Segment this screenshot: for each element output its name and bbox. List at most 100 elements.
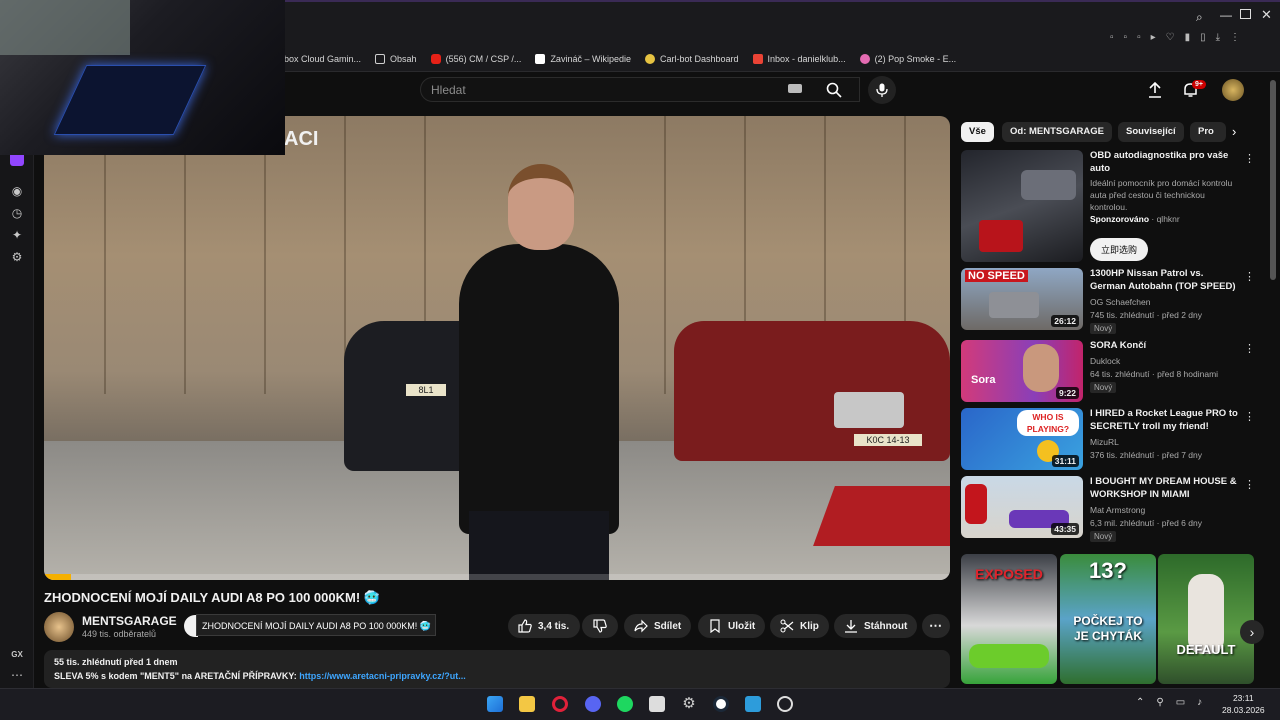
more-icon[interactable]: ⋮ [1244,410,1255,423]
taskbar [0,688,1280,720]
rec-item[interactable]: Sora 9:22 SORA Končí Duklock 64 tis. zhl… [961,340,1255,402]
voice-search-button[interactable] [868,76,896,104]
save-button[interactable]: Uložit [698,614,766,638]
clip-button[interactable]: Klip [770,614,829,638]
folder-icon[interactable] [519,696,535,712]
share-label: Sdílet [654,620,682,632]
short-item[interactable]: DEFAULT [1158,554,1254,684]
avatar[interactable] [1222,79,1244,101]
maximize-icon[interactable] [1240,9,1251,19]
app-icon[interactable] [777,696,793,712]
discord-icon[interactable] [585,696,601,712]
rec-channel: Mat Armstrong [1090,505,1146,515]
short-text: 13? [1089,558,1127,583]
channel-avatar[interactable] [44,612,74,642]
rec-thumbnail: WHO IS PLAYING? 31:11 [961,408,1083,470]
new-badge: Nový [1090,531,1117,542]
minimize-icon[interactable]: — [1220,8,1232,22]
download-button[interactable]: Stáhnout [834,614,918,638]
history-icon[interactable]: ◷ [10,206,24,220]
youtube-icon [430,53,441,64]
bookmark-item[interactable]: Carl-bot Dashboard [644,53,739,64]
more-icon[interactable]: ⋮ [1244,342,1255,355]
keyboard-icon[interactable] [788,84,802,93]
bookmark-label: Carl-bot Dashboard [659,53,739,64]
chip-related[interactable]: Související [1118,122,1184,142]
upload-button[interactable] [1148,81,1162,103]
start-icon[interactable] [487,696,503,712]
video-player[interactable]: 8L1 K0C 14-13 [44,116,950,580]
gear-icon[interactable]: ⚙ [681,696,697,712]
dislike-button[interactable] [582,614,618,638]
short-item[interactable]: EXPOSED [961,554,1057,684]
thumb-text: NO SPEED [965,270,1028,282]
rec-item[interactable]: WHO IS PLAYING? 31:11 I HIRED a Rocket L… [961,408,1255,470]
search-button[interactable] [812,77,856,102]
chevron-right-icon[interactable]: › [1240,620,1264,644]
short-item[interactable]: 13? POČKEJ TO JE CHYTÁK [1060,554,1156,684]
duration: 26:12 [1051,315,1079,327]
close-icon[interactable]: ✕ [1261,7,1272,23]
rec-item[interactable]: NO SPEED 26:12 1300HP Nissan Patrol vs. … [961,268,1255,334]
red-carpet [813,486,950,546]
rec-thumbnail: Sora 9:22 [961,340,1083,402]
share-button[interactable]: Sdílet [624,614,692,638]
car-image [1021,170,1076,200]
search-icon[interactable]: ⌕ [1196,10,1203,25]
chip-from-channel[interactable]: Od: MENTSGARAGE [1002,122,1112,142]
ad-item[interactable]: OBD autodiagnostika pro vaše auto Ideáln… [961,150,1255,262]
bookmark-item[interactable]: (2) Pop Smoke - E... [859,53,956,64]
more-icon[interactable]: ⋮ [1244,152,1255,165]
bookmark-item[interactable]: Inbox - danielklub... [752,53,846,64]
progress-bar[interactable] [44,574,950,580]
notification-badge: 9+ [1192,80,1206,89]
app-icon[interactable] [649,696,665,712]
bookmark-item[interactable]: Zavináč – Wikipedie [535,53,631,64]
opera-gx-icon[interactable] [552,696,568,712]
save-label: Uložit [728,620,756,632]
more-actions-button[interactable]: ⋯ [922,614,950,638]
extensions-icons[interactable]: ▫▫▫▸♡▮▯⤓⋮ [1110,32,1250,43]
extensions-icon[interactable]: ✦ [10,228,24,242]
bookmark-item[interactable]: (556) CM / CSP /... [430,53,521,64]
person-legs [469,511,609,580]
settings-icon[interactable]: ⚙ [10,250,24,264]
more-icon[interactable]: ⋯ [10,668,24,682]
chip-for-you[interactable]: Pro [1190,122,1226,142]
scrollbar[interactable] [1270,80,1276,280]
duration: 31:11 [1051,455,1079,467]
player-icon[interactable]: ◉ [10,184,24,198]
microphone-icon [876,83,888,97]
clock[interactable]: 23:11 28.03.2026 [1222,692,1265,716]
rec-item[interactable]: 43:35 I BOUGHT MY DREAM HOUSE & WORKSHOP… [961,476,1255,542]
more-icon[interactable]: ⋮ [1244,270,1255,283]
person [459,244,619,534]
subscriber-count: 449 tis. odběratelů [82,629,157,639]
short-text: DEFAULT [1176,642,1236,657]
more-icon[interactable]: ⋮ [1244,478,1255,491]
description-text: SLEVA 5% s kodem "MENT5" na ARETAČNÍ PŘÍ… [54,671,300,681]
chip-all[interactable]: Vše [961,122,994,142]
search-icon [826,82,842,98]
browser-sidebar: ◉ ◷ ✦ ⚙ GX ⋯ [0,72,34,688]
spotify-icon[interactable] [617,696,633,712]
chevron-right-icon[interactable]: › [1232,124,1236,139]
description-box[interactable]: 55 tis. zhlédnutí před 1 dnem SLEVA 5% s… [44,650,950,688]
rec-title: I BOUGHT MY DREAM HOUSE & WORKSHOP IN MI… [1090,476,1237,500]
gx-label: GX [11,650,23,659]
steam-icon[interactable] [713,696,729,712]
ad-cta-button[interactable]: 立即选购 [1090,238,1149,261]
new-badge: Nový [1090,382,1117,393]
app-icon[interactable] [745,696,761,712]
bookmark-item[interactable]: Obsah [375,53,417,64]
duration: 43:35 [1051,523,1079,535]
rec-title: OBD autodiagnostika pro vaše auto [1090,150,1229,174]
rec-channel: MizuRL [1090,437,1119,447]
like-button[interactable]: 3,4 tis. [508,614,580,638]
bookmark-icon [710,619,720,633]
description-link[interactable]: https://www.aretacni-pripravky.cz/?ut... [299,671,466,681]
rec-thumbnail: 43:35 [961,476,1083,538]
system-tray-icons[interactable]: ⌃⚲▭♪ [1136,697,1214,708]
channel-name[interactable]: MENTSGARAGE [82,614,177,628]
bookmark-item[interactable]: box Cloud Gamin... [284,54,361,64]
